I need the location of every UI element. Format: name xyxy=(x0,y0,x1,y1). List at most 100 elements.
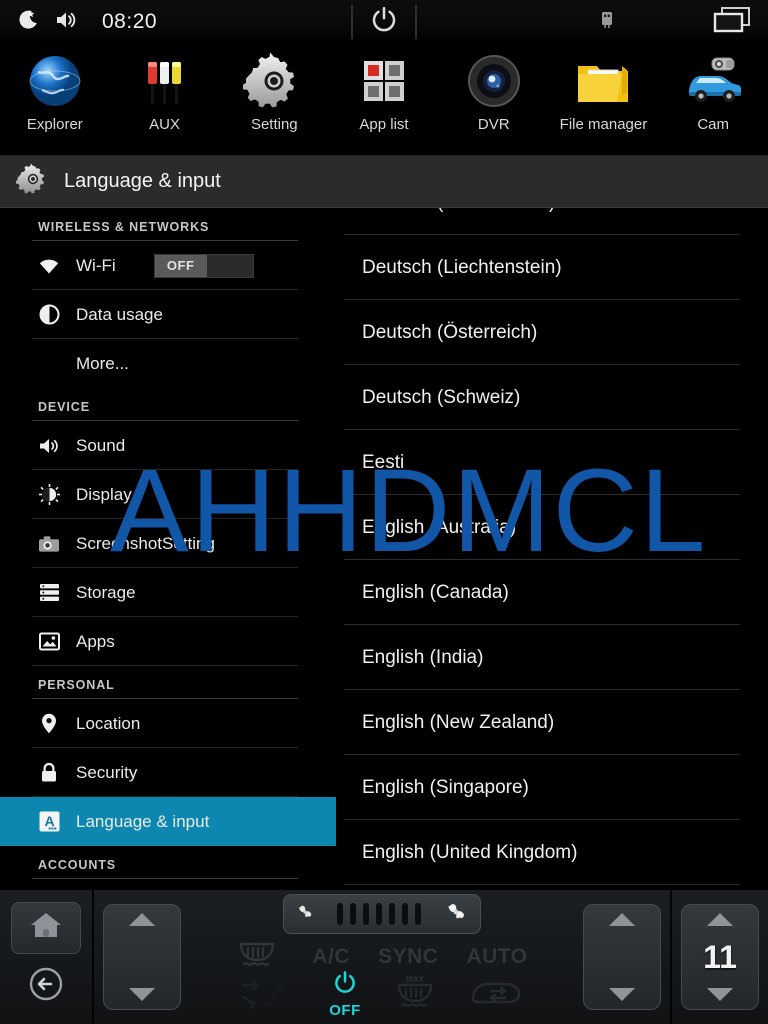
list-item[interactable]: Deutsch (Schweiz) xyxy=(336,365,768,430)
fan-speed-slider[interactable] xyxy=(283,894,481,934)
camera-lens-icon xyxy=(463,50,525,112)
dock-label: Setting xyxy=(250,116,298,133)
sidebar-item-location[interactable]: Location xyxy=(0,699,336,748)
dock-item-app-list[interactable]: App list xyxy=(329,44,439,133)
back-button[interactable] xyxy=(11,961,81,1013)
dock-item-explorer[interactable]: Explorer xyxy=(0,44,110,133)
fan-icon-small[interactable] xyxy=(294,901,316,928)
sidebar-item-language-input[interactable]: A Language & input xyxy=(0,797,336,846)
right-temp-box[interactable]: 11 xyxy=(681,904,759,1010)
fan-bar[interactable] xyxy=(415,903,421,925)
sidebar-item-screenshotsetting[interactable]: ScreenshotSetting xyxy=(0,519,336,568)
left-temp-down-icon[interactable] xyxy=(129,988,155,1001)
list-item[interactable]: English (United Kingdom) xyxy=(336,820,768,885)
language-label: Deutsch (Deutschland) xyxy=(362,208,555,214)
list-item[interactable]: Deutsch (Österreich) xyxy=(336,300,768,365)
row-divider xyxy=(32,665,298,666)
list-item[interactable]: Deutsch (Liechtenstein) xyxy=(336,235,768,300)
fan-bar[interactable] xyxy=(402,903,408,925)
row-divider xyxy=(32,845,298,846)
language-a-icon: A xyxy=(38,811,60,833)
wifi-toggle[interactable]: OFF xyxy=(153,253,254,278)
sidebar-item-label: Sound xyxy=(76,435,126,455)
airflow-seat-icon[interactable] xyxy=(241,975,299,1014)
sidebar-item-apps[interactable]: Apps xyxy=(0,617,336,666)
climate-power-button[interactable]: OFF xyxy=(329,970,361,1019)
divider-right xyxy=(415,5,417,39)
dock-item-setting[interactable]: Setting xyxy=(219,44,329,133)
blank-up-icon[interactable] xyxy=(609,913,635,926)
settings-sidebar[interactable]: WIRELESS & NETWORKS Wi-Fi OFF Data usage… xyxy=(0,208,336,888)
list-item[interactable]: English (Canada) xyxy=(336,560,768,625)
left-temp-up-icon[interactable] xyxy=(129,913,155,926)
rear-defrost-max-icon[interactable]: MAX xyxy=(391,974,439,1015)
auto-button[interactable]: AUTO xyxy=(466,945,527,969)
sidebar-section-wireless: WIRELESS & NETWORKS xyxy=(38,220,210,234)
volume-icon[interactable] xyxy=(54,8,80,37)
dock-item-aux[interactable]: AUX xyxy=(110,44,220,133)
fan-bar[interactable] xyxy=(363,903,369,925)
ac-button[interactable]: A/C xyxy=(312,945,350,969)
right-temp-up-icon[interactable] xyxy=(707,913,733,926)
wifi-icon xyxy=(38,255,60,277)
sidebar-item-label: Wi-Fi xyxy=(76,255,116,275)
list-item[interactable]: Deutsch (Deutschland) xyxy=(336,208,768,235)
dock-label: File manager xyxy=(559,116,648,133)
list-item[interactable]: English (Australia) xyxy=(336,495,768,560)
fan-bar[interactable] xyxy=(389,903,395,925)
right-blank-box[interactable] xyxy=(583,904,661,1010)
dock-item-cam[interactable]: Cam xyxy=(658,44,768,133)
dock-item-file-manager[interactable]: File manager xyxy=(549,44,659,133)
power-icon[interactable] xyxy=(369,5,399,40)
sidebar-item-storage[interactable]: Storage xyxy=(0,568,336,617)
blank-down-icon[interactable] xyxy=(609,988,635,1001)
list-item[interactable]: Eesti xyxy=(336,430,768,495)
usb-drive-icon[interactable] xyxy=(598,8,616,37)
language-label: English (Australia) xyxy=(362,516,517,538)
language-list-pane[interactable]: Deutsch (Deutschland) Deutsch (Liechtens… xyxy=(336,208,768,888)
fan-bar[interactable] xyxy=(376,903,382,925)
sidebar-item-more[interactable]: More... xyxy=(0,339,336,388)
dock-label: AUX xyxy=(149,116,180,133)
language-label: Deutsch (Schweiz) xyxy=(362,386,521,408)
sync-button[interactable]: SYNC xyxy=(378,945,438,969)
data-usage-icon xyxy=(38,304,60,326)
fan-bar[interactable] xyxy=(337,903,343,925)
dock-label: Explorer xyxy=(26,116,83,133)
svg-text:MAX: MAX xyxy=(406,975,424,984)
sidebar-item-data-usage[interactable]: Data usage xyxy=(0,290,336,339)
list-item[interactable]: English (New Zealand) xyxy=(336,690,768,755)
right-blank-stepper[interactable] xyxy=(574,890,670,1024)
left-temp-stepper[interactable] xyxy=(94,890,190,1024)
climate-power-state: OFF xyxy=(329,1002,361,1019)
language-label: English (United Kingdom) xyxy=(362,841,578,863)
crescent-moon-star-icon[interactable] xyxy=(16,8,40,37)
back-arrow-icon xyxy=(26,964,66,1009)
sidebar-item-sound[interactable]: Sound xyxy=(0,421,336,470)
home-button[interactable] xyxy=(11,901,81,954)
status-bar-right xyxy=(598,0,768,44)
fan-level-bars[interactable] xyxy=(337,903,421,925)
gear-icon xyxy=(15,162,50,201)
sidebar-item-label: ScreenshotSetting xyxy=(76,533,215,553)
sidebar-item-wifi[interactable]: Wi-Fi OFF xyxy=(0,241,336,290)
climate-divider-1 xyxy=(92,890,94,1024)
fan-bar[interactable] xyxy=(350,903,356,925)
language-label: Deutsch (Liechtenstein) xyxy=(362,256,562,278)
recent-apps-icon[interactable] xyxy=(712,5,752,40)
right-temp-down-icon[interactable] xyxy=(707,988,733,1001)
car-camera-icon xyxy=(682,50,744,112)
left-temp-box[interactable] xyxy=(103,904,181,1010)
sidebar-item-display[interactable]: Display xyxy=(0,470,336,519)
location-pin-icon xyxy=(38,713,60,735)
dock-item-dvr[interactable]: DVR xyxy=(439,44,549,133)
status-clock: 08:20 xyxy=(102,10,158,33)
sidebar-item-security[interactable]: Security xyxy=(0,748,336,797)
air-recirculate-icon[interactable] xyxy=(469,977,523,1012)
list-item[interactable]: English (India) xyxy=(336,625,768,690)
right-temp-stepper[interactable]: 11 xyxy=(672,890,768,1024)
list-item[interactable]: English (Singapore) xyxy=(336,755,768,820)
fan-icon-large[interactable] xyxy=(442,898,470,931)
climate-icon-row: OFF MAX xyxy=(190,970,574,1019)
apps-icon xyxy=(38,631,60,653)
